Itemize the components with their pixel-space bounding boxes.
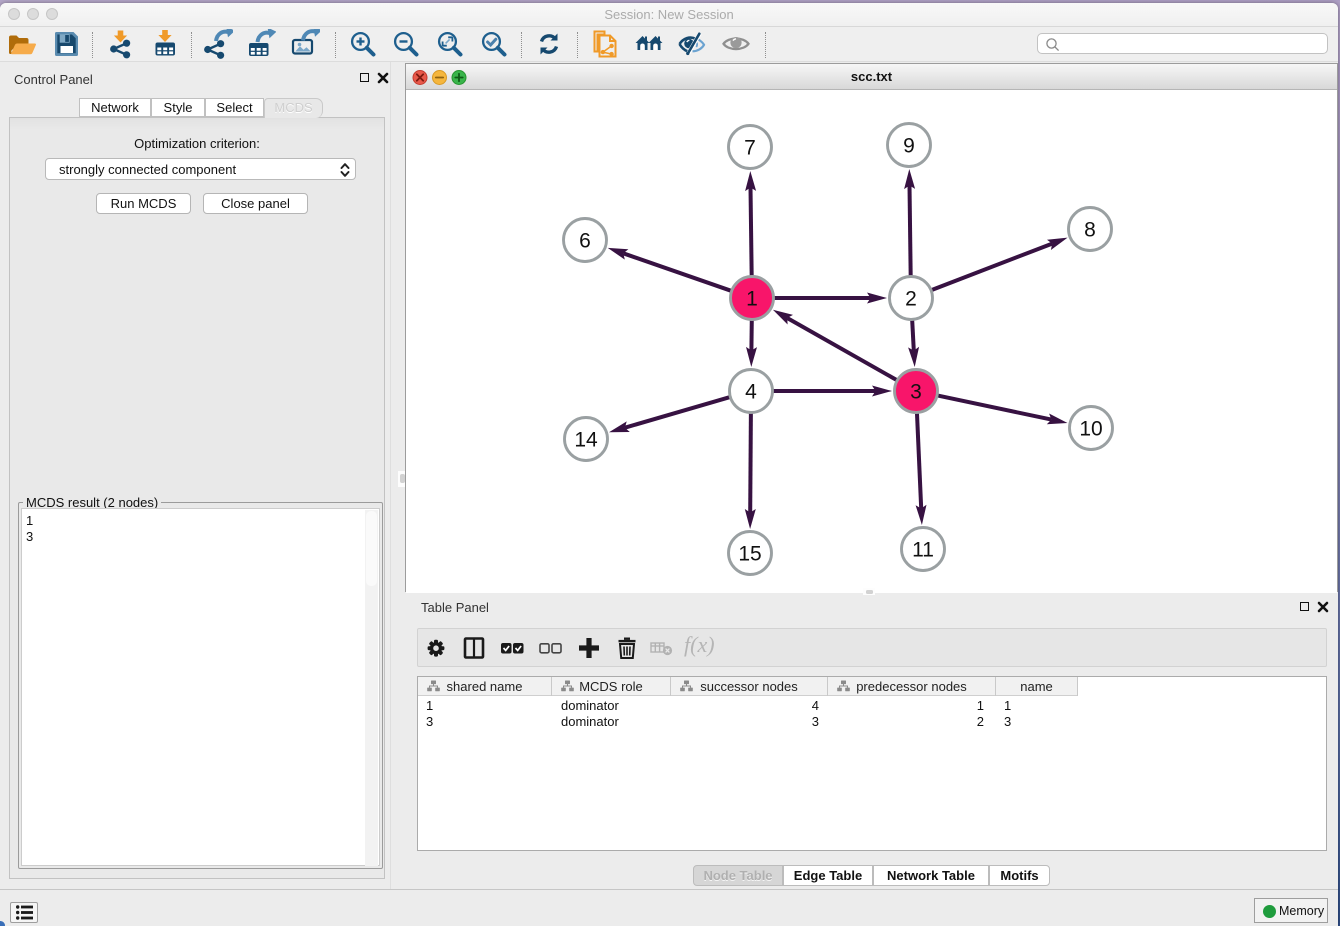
svg-text:2: 2	[905, 288, 917, 311]
svg-text:9: 9	[903, 135, 915, 158]
svg-text:11: 11	[912, 539, 934, 562]
svg-text:7: 7	[744, 137, 756, 160]
svg-text:3: 3	[910, 381, 922, 404]
svg-text:15: 15	[738, 543, 761, 566]
svg-text:14: 14	[574, 429, 598, 452]
svg-text:1: 1	[746, 288, 758, 311]
svg-text:10: 10	[1079, 418, 1102, 441]
svg-text:6: 6	[579, 230, 591, 253]
svg-text:8: 8	[1084, 219, 1096, 242]
svg-text:4: 4	[745, 381, 757, 404]
